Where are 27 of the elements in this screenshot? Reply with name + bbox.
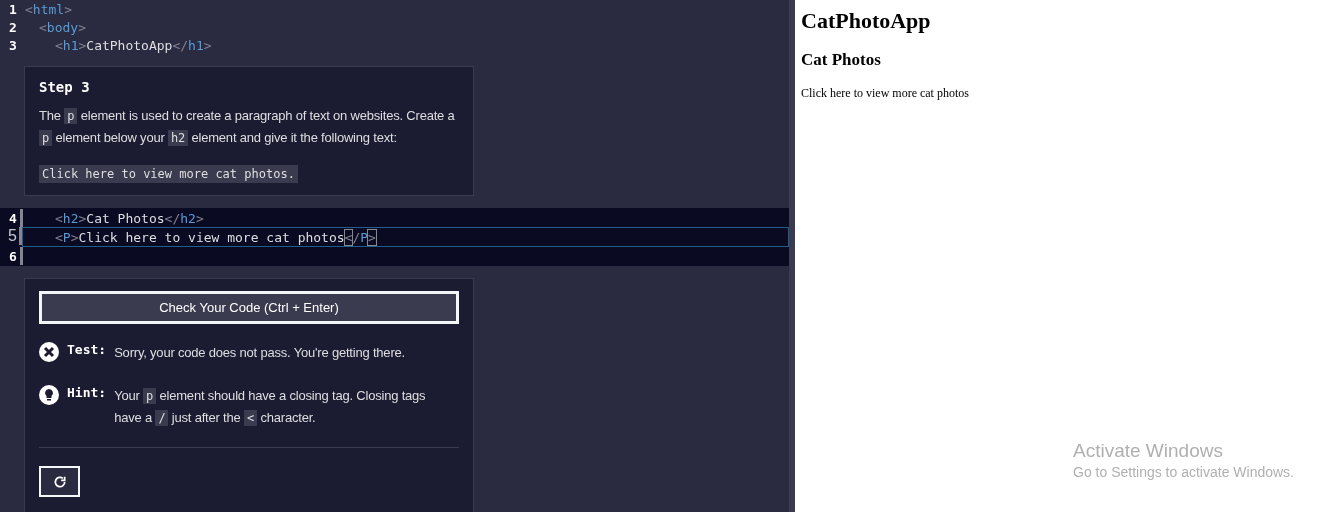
- line-number: 6: [8, 248, 18, 264]
- reset-button[interactable]: [39, 466, 80, 497]
- test-label: Test:: [67, 342, 107, 357]
- step-title: Step 3: [39, 79, 91, 95]
- line-number: 3: [8, 37, 18, 53]
- line-number: 1: [8, 1, 18, 17]
- code-line: <html>: [25, 1, 72, 17]
- line-number: 5: [7, 227, 18, 245]
- code-line: <body>: [39, 19, 86, 35]
- test-message: Sorry, your code does not pass. You're getting there.: [114, 344, 405, 362]
- line-number: 2: [8, 19, 18, 35]
- error-icon: [39, 342, 59, 362]
- activation-text: Go to Settings to activate Windows.: [1073, 464, 1294, 480]
- lightbulb-icon: [39, 385, 59, 405]
- preview-heading: CatPhotoApp: [801, 8, 932, 34]
- example-text: Click here to view more cat photos.: [39, 165, 298, 183]
- preview-subheading: Cat Photos: [801, 50, 882, 70]
- line-number: 4: [8, 210, 18, 226]
- hint-message: Your p element should have a closing tag. Closing tags have a / just after the < character.: [114, 387, 427, 428]
- activation-title: Activate Windows: [1073, 440, 1224, 462]
- code-line: <h1>CatPhotoApp</h1>: [55, 37, 212, 53]
- instructions-text: The p element is used to create a paragraph of text on websites. Create a p element below your h2 element and give it the following text:: [39, 107, 456, 148]
- preview-paragraph: Click here to view more cat photos: [801, 86, 970, 101]
- check-code-button[interactable]: Check Your Code (Ctrl + Enter): [39, 291, 459, 324]
- reset-icon: [52, 474, 67, 489]
- hint-label: Hint:: [67, 385, 107, 400]
- code-line[interactable]: <h2>Cat Photos</h2>: [55, 210, 204, 226]
